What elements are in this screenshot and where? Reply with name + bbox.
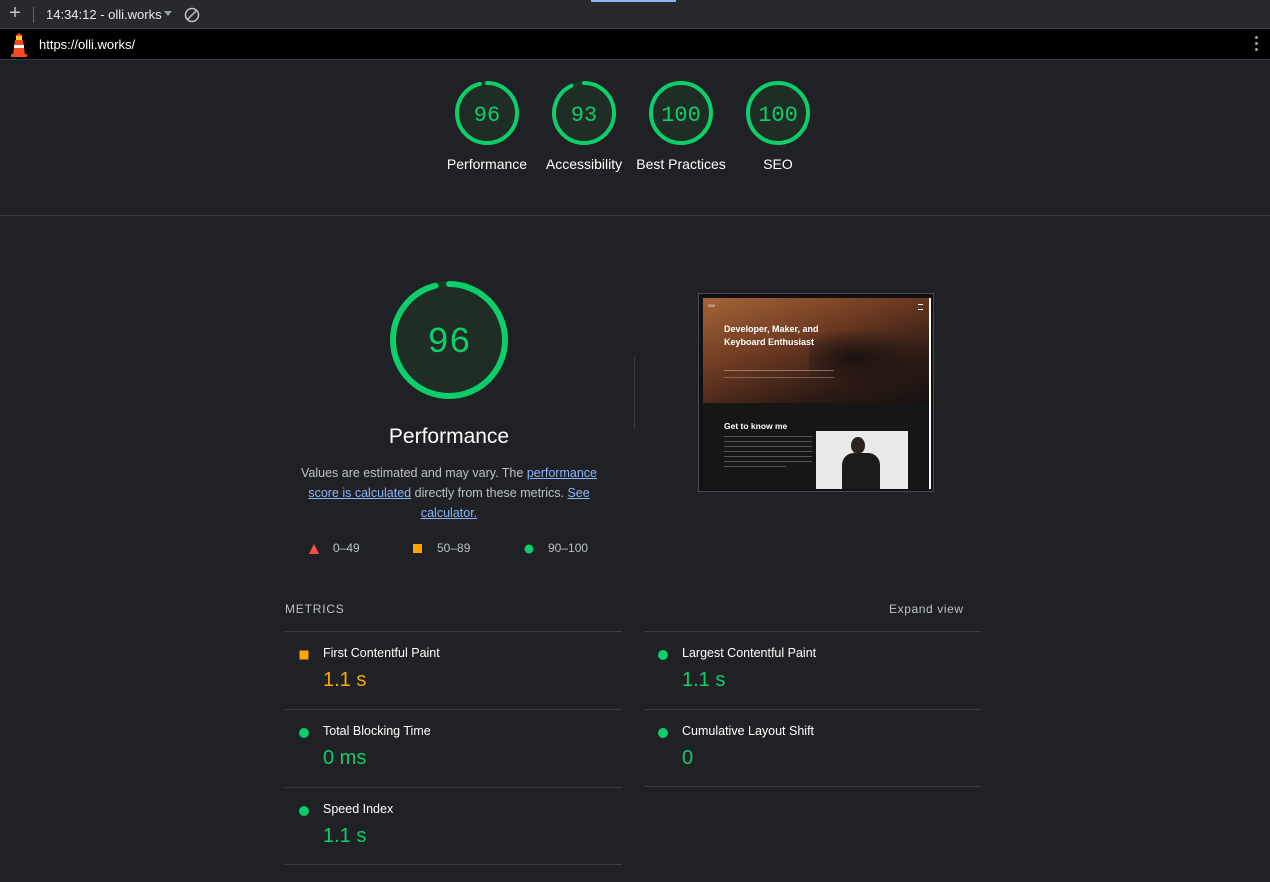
circle-icon	[299, 728, 309, 738]
report-url[interactable]: https://olli.works/	[39, 37, 135, 52]
gauge-score: 100	[758, 103, 798, 128]
circle-icon	[658, 650, 668, 660]
gauge-ring-icon: 96	[455, 81, 519, 145]
report-selector[interactable]: 14:34:12 - olli.works	[46, 7, 162, 22]
metric-speed-index: Speed Index 1.1 s	[285, 787, 622, 865]
add-report-button[interactable]: +	[7, 3, 23, 23]
circle-icon	[524, 544, 534, 554]
circle-icon	[658, 728, 668, 738]
screenshot-brand: OW	[708, 303, 715, 308]
screenshot-headline: Developer, Maker, and Keyboard Enthusias…	[724, 324, 819, 347]
more-options-icon[interactable]	[1252, 36, 1260, 54]
screenshot-portrait	[816, 431, 908, 489]
metric-value: 0	[682, 747, 694, 769]
metric-name: Largest Contentful Paint	[682, 646, 817, 660]
performance-score: 96	[427, 322, 470, 363]
report-url-bar: https://olli.works/	[0, 29, 1270, 60]
description-text: Values are estimated and may vary. The	[301, 466, 527, 480]
metric-cumulative-layout-shift: Cumulative Layout Shift 0	[644, 709, 981, 787]
gauge-label: SEO	[763, 156, 793, 172]
performance-description: Values are estimated and may vary. The p…	[290, 463, 608, 523]
gauge-ring-icon: 93	[552, 81, 616, 145]
screenshot-paragraph	[724, 436, 812, 471]
final-screenshot[interactable]: OW Developer, Maker, and Keyboard Enthus…	[698, 293, 934, 492]
metric-value: 1.1 s	[682, 669, 726, 691]
circle-icon	[299, 806, 309, 816]
gauge-label: Accessibility	[545, 156, 623, 172]
category-gauge-best-practices[interactable]: 100 Best Practices	[631, 80, 731, 174]
toolbar-divider	[33, 7, 34, 23]
metric-divider	[285, 864, 622, 865]
legend-range: 90–100	[548, 541, 589, 555]
gauge-label: Best Practices	[636, 156, 726, 172]
performance-gauge: 96	[388, 279, 510, 401]
expand-view-button[interactable]: Expand view	[889, 602, 964, 616]
metric-value: 1.1 s	[323, 825, 367, 847]
description-text: directly from these metrics.	[411, 486, 568, 500]
gauge-ring-icon: 100	[649, 81, 713, 145]
screenshot-scrollbar	[929, 298, 931, 489]
screenshot-section-title: Get to know me	[724, 421, 788, 431]
metric-name: Total Blocking Time	[323, 724, 431, 738]
screenshot-subtext	[724, 370, 834, 378]
metric-name: Speed Index	[323, 802, 394, 816]
metric-total-blocking-time: Total Blocking Time 0 ms	[285, 709, 622, 787]
metric-value: 0 ms	[323, 747, 367, 769]
metric-name: First Contentful Paint	[323, 646, 440, 660]
metric-largest-contentful-paint: Largest Contentful Paint 1.1 s	[644, 631, 981, 709]
metric-first-contentful-paint: First Contentful Paint 1.1 s	[285, 631, 622, 709]
performance-title: Performance	[388, 425, 510, 448]
category-gauges-header: 96 Performance 93 Accessibility 100 Best…	[0, 60, 1270, 216]
devtools-toolbar: + 14:34:12 - olli.works	[0, 0, 1270, 29]
square-icon	[413, 544, 422, 553]
screenshot-hero: OW Developer, Maker, and Keyboard Enthus…	[703, 298, 929, 403]
screenshot-about-section: Get to know me	[703, 403, 929, 489]
metric-name: Cumulative Layout Shift	[682, 724, 815, 738]
legend-range: 0–49	[333, 541, 360, 555]
clear-block-icon[interactable]	[184, 7, 200, 23]
triangle-icon	[309, 544, 319, 554]
square-icon	[299, 650, 309, 660]
lighthouse-logo-icon	[9, 33, 29, 57]
metric-value: 1.1 s	[323, 669, 367, 691]
gauge-label: Performance	[446, 156, 528, 172]
category-gauge-seo[interactable]: 100 SEO	[728, 80, 828, 174]
legend-range: 50–89	[437, 541, 471, 555]
gauge-score: 96	[474, 103, 500, 128]
category-gauge-performance[interactable]: 96 Performance	[437, 80, 537, 174]
hamburger-icon	[918, 304, 923, 310]
metrics-header: METRICS	[285, 602, 345, 616]
gauge-ring-icon: 100	[746, 81, 810, 145]
vertical-divider	[634, 357, 635, 429]
category-gauge-accessibility[interactable]: 93 Accessibility	[534, 80, 634, 174]
gauge-score: 100	[661, 103, 701, 128]
metric-divider	[644, 786, 981, 787]
chevron-down-icon[interactable]	[164, 11, 172, 16]
gauge-score: 93	[571, 103, 597, 128]
active-tab-indicator	[591, 0, 676, 2]
